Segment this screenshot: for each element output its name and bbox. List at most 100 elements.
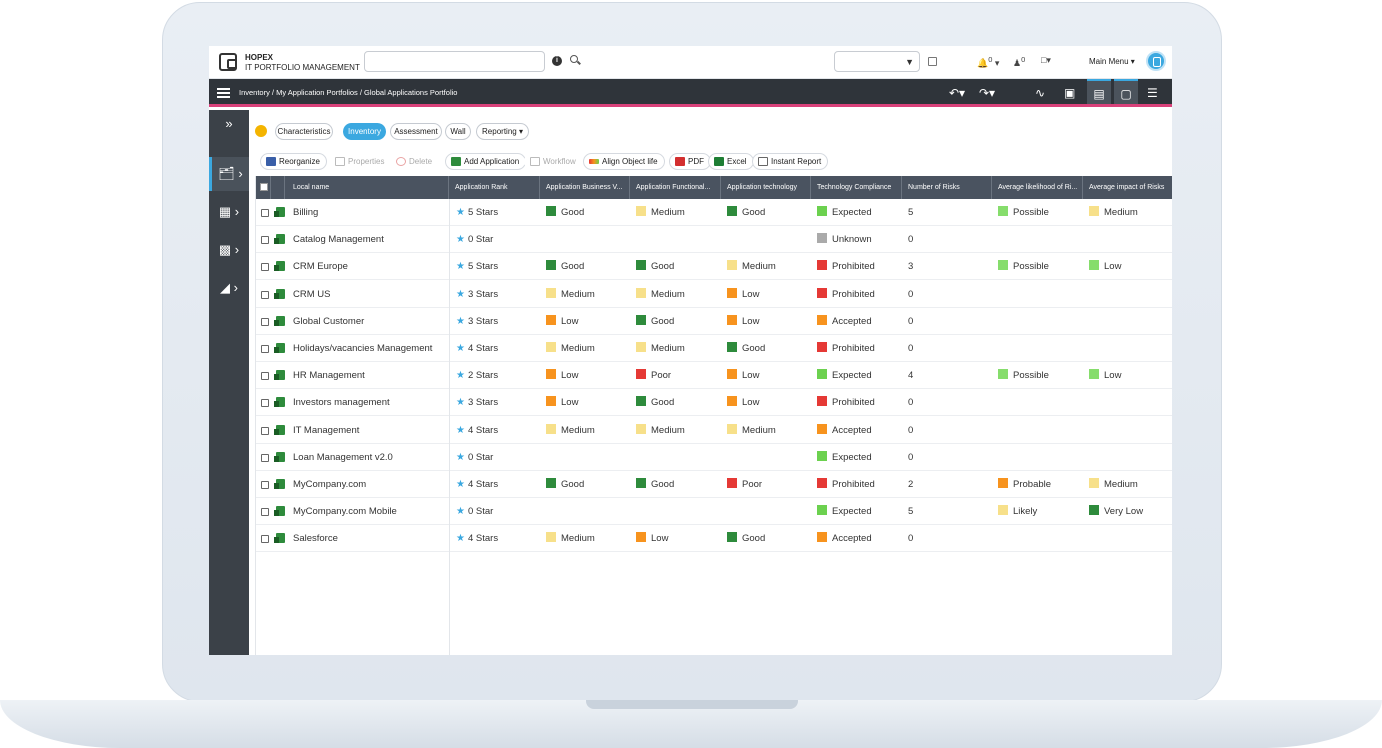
local-name-cell[interactable]: Holidays/vacancies Management bbox=[293, 335, 448, 362]
row-checkbox[interactable] bbox=[261, 508, 269, 517]
hamburger-menu-icon[interactable] bbox=[217, 88, 230, 98]
delete-button[interactable]: Delete bbox=[390, 153, 440, 170]
header-average-likelihood[interactable]: Average likelihood of Ri... bbox=[992, 176, 1083, 199]
local-name-cell[interactable]: IT Management bbox=[293, 417, 448, 444]
tab-reporting[interactable]: Reporting ▾ bbox=[476, 123, 529, 140]
calendar-icon[interactable] bbox=[928, 57, 937, 66]
diagram-icon[interactable]: ▦ › bbox=[209, 195, 249, 229]
window-icon[interactable]: □▾ bbox=[1041, 55, 1051, 66]
package-icon[interactable]: ◢ › bbox=[209, 271, 249, 305]
header-average-impact[interactable]: Average impact of Risks bbox=[1083, 176, 1172, 199]
status-swatch bbox=[636, 532, 646, 543]
info-icon[interactable]: i bbox=[552, 56, 562, 66]
main-menu-button[interactable]: Main Menu ▾ bbox=[1089, 57, 1135, 66]
document-icon[interactable]: ▢ bbox=[1114, 79, 1138, 104]
tab-characteristics[interactable]: Characteristics bbox=[275, 123, 333, 140]
add-application-button[interactable]: Add Application bbox=[445, 153, 527, 170]
table-row[interactable]: Loan Management v2.0 ★ 0 Star Expected 0 bbox=[256, 444, 1172, 471]
tab-wall[interactable]: Wall bbox=[445, 123, 471, 140]
reorganize-button[interactable]: Reorganize bbox=[260, 153, 327, 170]
local-name-cell[interactable]: Investors management bbox=[293, 389, 448, 416]
row-checkbox[interactable] bbox=[261, 399, 269, 408]
align-object-life-button[interactable]: Align Object life bbox=[583, 153, 665, 170]
header-technology-compliance[interactable]: Technology Compliance bbox=[811, 176, 902, 199]
imp-cell bbox=[1089, 389, 1172, 416]
imp-cell bbox=[1089, 444, 1172, 471]
header-functional[interactable]: Application Functional... bbox=[630, 176, 721, 199]
activity-icon[interactable]: ∿ bbox=[1035, 86, 1045, 100]
folder-icon[interactable]: 🗂 › bbox=[209, 157, 249, 191]
user-icon[interactable]: ♟0 bbox=[1013, 55, 1025, 69]
local-name-cell[interactable]: MyCompany.com bbox=[293, 471, 448, 498]
local-name-cell[interactable]: Billing bbox=[293, 199, 448, 226]
table-row[interactable]: Salesforce ★ 4 Stars Medium Low Good Accepted 0 bbox=[256, 525, 1172, 553]
expand-icon[interactable]: » bbox=[209, 110, 249, 138]
local-name-cell[interactable]: CRM US bbox=[293, 281, 448, 308]
search-icon[interactable] bbox=[570, 55, 578, 63]
row-checkbox[interactable] bbox=[261, 535, 269, 544]
row-checkbox[interactable] bbox=[261, 345, 269, 353]
local-name-cell[interactable]: HR Management bbox=[293, 362, 448, 389]
status-label: Low bbox=[651, 533, 669, 545]
breadcrumb[interactable]: Inventory / My Application Portfolios / … bbox=[239, 88, 457, 97]
dashboard-icon[interactable]: ▤ bbox=[1087, 79, 1111, 104]
reorganize-label: Reorganize bbox=[279, 157, 320, 166]
local-name-cell[interactable]: MyCompany.com Mobile bbox=[293, 498, 448, 525]
local-name-cell[interactable]: Global Customer bbox=[293, 308, 448, 335]
row-checkbox[interactable] bbox=[261, 453, 269, 462]
row-checkbox[interactable] bbox=[261, 481, 269, 489]
local-name-cell[interactable]: CRM Europe bbox=[293, 253, 448, 280]
row-checkbox[interactable] bbox=[261, 426, 269, 435]
profile-icon[interactable] bbox=[1146, 51, 1166, 71]
table-row[interactable]: Catalog Management ★ 0 Star Unknown 0 bbox=[256, 226, 1172, 254]
row-checkbox[interactable] bbox=[261, 317, 269, 326]
properties-button[interactable]: Properties bbox=[329, 153, 392, 170]
header-technology[interactable]: Application technology bbox=[721, 176, 811, 199]
context-select[interactable]: ▼ bbox=[834, 51, 920, 72]
table-row[interactable]: Investors management ★ 3 Stars Low Good Low Pr… bbox=[256, 389, 1172, 417]
header-local-name[interactable]: Local name bbox=[285, 176, 449, 199]
row-checkbox[interactable] bbox=[261, 263, 269, 272]
header-number-of-risks[interactable]: Number of Risks bbox=[902, 176, 992, 199]
table-row[interactable]: CRM US ★ 3 Stars Medium Medium Low Prohibited 0 bbox=[256, 281, 1172, 308]
wallet-logo-icon bbox=[219, 53, 237, 71]
application-icon[interactable]: ▩ › bbox=[209, 233, 249, 267]
local-name-cell[interactable]: Salesforce bbox=[293, 525, 448, 552]
table-row[interactable]: IT Management ★ 4 Stars Medium Medium Medium A… bbox=[256, 417, 1172, 444]
monitor-icon[interactable]: ▣ bbox=[1064, 86, 1075, 100]
row-checkbox[interactable] bbox=[261, 290, 269, 299]
status-swatch bbox=[727, 314, 737, 325]
table-row[interactable]: HR Management ★ 2 Stars Low Poor Low Expected P… bbox=[256, 362, 1172, 390]
table-row[interactable]: Global Customer ★ 3 Stars Low Good Low Accepte… bbox=[256, 308, 1172, 335]
table-row[interactable]: CRM Europe ★ 5 Stars Good Good Medium Prohibit… bbox=[256, 253, 1172, 281]
table-row[interactable]: MyCompany.com ★ 4 Stars Good Good Poor Prohibi… bbox=[256, 471, 1172, 498]
redo-icon[interactable]: ↷▾ bbox=[979, 86, 995, 100]
local-name-cell[interactable]: Loan Management v2.0 bbox=[293, 444, 448, 471]
excel-button[interactable]: Excel bbox=[708, 153, 754, 170]
row-checkbox[interactable] bbox=[261, 209, 269, 217]
select-all-cell bbox=[256, 176, 271, 199]
row-checkbox[interactable] bbox=[261, 236, 269, 245]
table-row[interactable]: MyCompany.com Mobile ★ 0 Star Expected Likel… bbox=[256, 498, 1172, 526]
table-row[interactable]: Billing ★ 5 Stars Good Medium Good Expected Pos… bbox=[256, 199, 1172, 226]
comp-cell: Expected bbox=[817, 199, 901, 226]
pdf-button[interactable]: PDF bbox=[669, 153, 711, 170]
tab-inventory[interactable]: Inventory bbox=[343, 123, 386, 140]
local-name-cell[interactable]: Catalog Management bbox=[293, 226, 448, 253]
status-swatch bbox=[817, 396, 827, 407]
workflow-button[interactable]: Workflow bbox=[524, 153, 583, 170]
row-checkbox[interactable] bbox=[261, 372, 269, 381]
undo-icon[interactable]: ↶▾ bbox=[949, 86, 965, 100]
status-swatch bbox=[817, 423, 827, 434]
status-swatch bbox=[817, 478, 827, 488]
header-business-value[interactable]: Application Business V... bbox=[540, 176, 630, 199]
bell-icon[interactable]: 🔔0 ▾ bbox=[977, 55, 999, 69]
search-input[interactable] bbox=[364, 51, 545, 72]
select-all-checkbox[interactable] bbox=[260, 183, 268, 191]
lik-cell: Possible bbox=[998, 362, 1082, 389]
header-application-rank[interactable]: Application Rank bbox=[449, 176, 540, 199]
tab-assessment[interactable]: Assessment bbox=[390, 123, 442, 140]
table-row[interactable]: Holidays/vacancies Management ★ 4 Stars Med… bbox=[256, 335, 1172, 362]
instant-report-button[interactable]: Instant Report bbox=[752, 153, 829, 170]
edit-list-icon[interactable]: ☰ bbox=[1147, 86, 1158, 100]
